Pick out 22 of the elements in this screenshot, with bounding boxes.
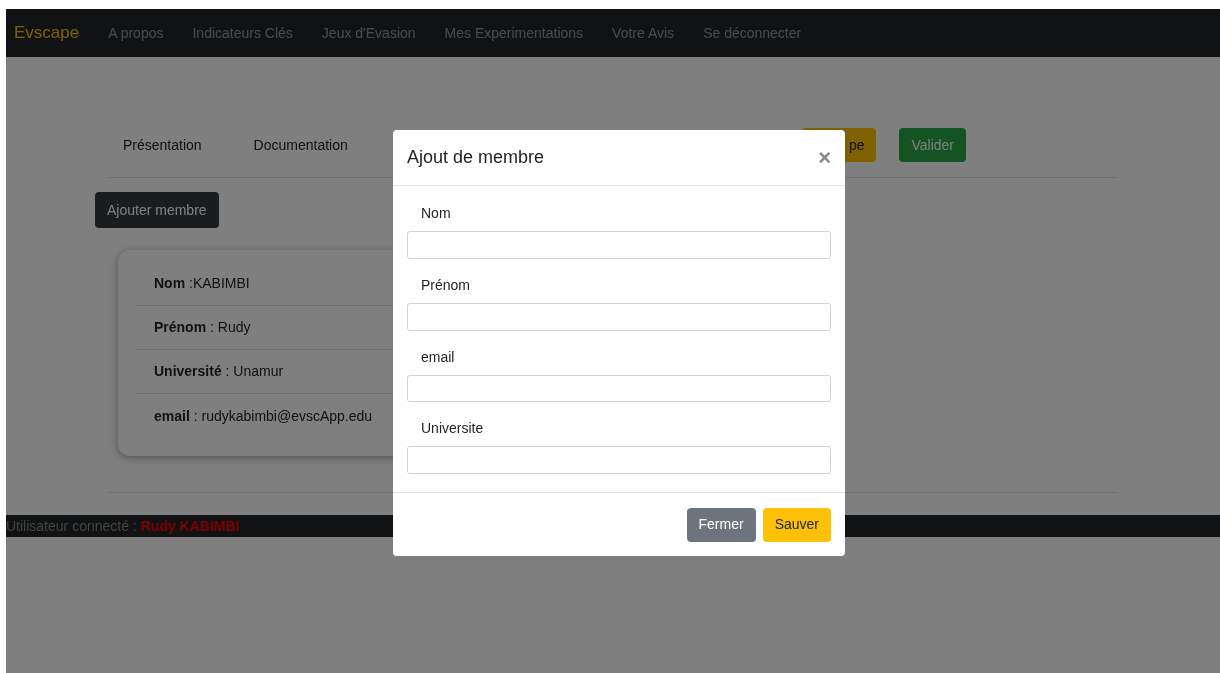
field-label: Nom (420, 205, 452, 222)
user-name: Rudy KABIMBI (140, 516, 240, 536)
input-field[interactable] (407, 231, 831, 259)
brand-link[interactable]: Evscape (14, 20, 80, 46)
close-button[interactable]: × (818, 146, 831, 169)
field-text: Prénom : Rudy (154, 318, 251, 337)
field-text: email : rudykabimbi@evscApp.edu (154, 406, 373, 426)
field-label: email (420, 348, 456, 366)
input-field[interactable] (407, 302, 831, 331)
modal-title: Ajout de membre (407, 146, 545, 169)
close-button[interactable]: Fermer (686, 507, 756, 542)
tab[interactable]: Documentation (253, 134, 348, 156)
field-text: Nom :KABIMBI (154, 274, 250, 293)
field-text: Université : Unamur (154, 362, 284, 381)
save-button[interactable]: Sauver (762, 507, 831, 542)
field-label: Prénom (420, 276, 472, 294)
validate-button[interactable]: Valider (899, 128, 966, 162)
input-field[interactable] (407, 374, 831, 403)
input-field[interactable] (407, 446, 831, 474)
add-member-button[interactable]: Ajouter membre (95, 192, 219, 228)
field-label: Universite (420, 420, 485, 438)
tab[interactable]: Présentation (123, 134, 202, 156)
